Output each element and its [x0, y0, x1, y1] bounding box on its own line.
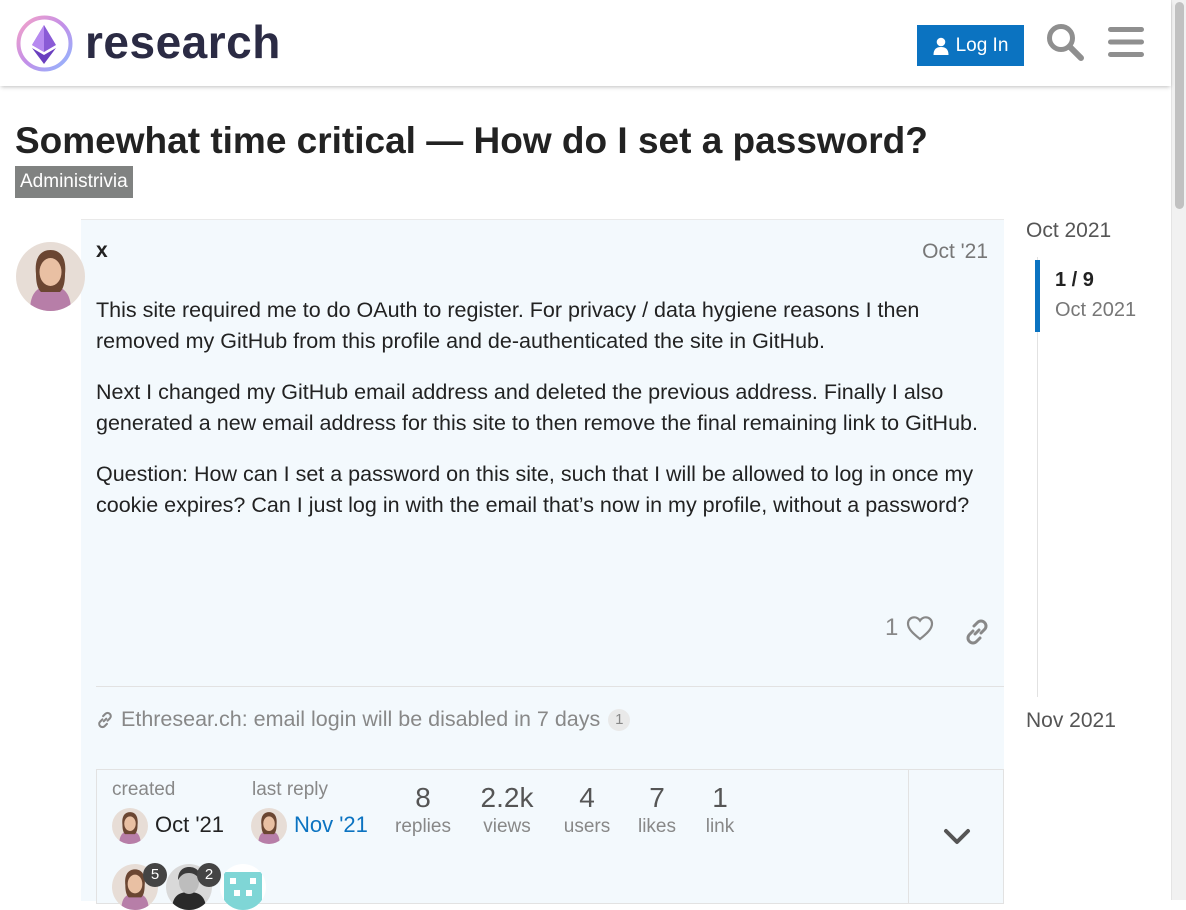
expand-summary-button[interactable]: [908, 770, 1005, 903]
stat-number: 4: [579, 782, 595, 813]
post-paragraph: This site required me to do OAuth to reg…: [96, 298, 920, 353]
stat-label: link: [705, 816, 735, 837]
login-button[interactable]: Log In: [917, 25, 1024, 66]
heart-icon: [907, 616, 934, 641]
scrollbar-thumb[interactable]: [1175, 2, 1184, 209]
last-reply-avatar[interactable]: [251, 808, 287, 844]
created-date[interactable]: Oct '21: [155, 812, 224, 838]
post-paragraph: Next I changed my GitHub email address a…: [96, 380, 978, 435]
login-button-label: Log In: [955, 34, 1009, 56]
stat-replies: 8 replies: [388, 782, 458, 840]
ethereum-logo-icon[interactable]: [16, 15, 73, 72]
timeline-start-date[interactable]: Oct 2021: [1026, 219, 1111, 243]
linked-topic-title[interactable]: Ethresear.ch: email login will be disabl…: [121, 707, 600, 732]
like-button[interactable]: 1: [885, 614, 934, 642]
stat-views: 2.2k views: [467, 782, 547, 840]
search-icon[interactable]: [1043, 20, 1087, 64]
stat-label: replies: [395, 816, 451, 837]
participant-avatar[interactable]: [220, 864, 266, 910]
chevron-down-icon: [944, 828, 970, 844]
stat-label: users: [563, 816, 611, 837]
post-author-avatar[interactable]: [16, 242, 85, 311]
topic-timeline: Oct 2021 1 / 9 Oct 2021 Nov 2021: [1026, 219, 1171, 759]
stat-links: 1 link: [692, 782, 748, 840]
stat-number: 1: [712, 782, 728, 813]
page-scrollbar[interactable]: [1171, 0, 1186, 900]
timeline-scroll-handle[interactable]: [1035, 260, 1040, 332]
creator-avatar[interactable]: [112, 808, 148, 844]
post-divider: [96, 686, 1004, 687]
stat-users: 4 users: [552, 782, 622, 840]
user-icon: [933, 37, 949, 55]
post-date[interactable]: Oct '21: [922, 240, 988, 264]
post-username[interactable]: x: [96, 239, 108, 263]
hamburger-menu-icon[interactable]: [1104, 20, 1148, 64]
post-paragraph: Question: How can I set a password on th…: [96, 462, 974, 517]
timeline-end-date[interactable]: Nov 2021: [1026, 709, 1116, 733]
like-count: 1: [885, 614, 899, 641]
link-icon: [966, 619, 988, 645]
participant-post-count: 2: [197, 863, 221, 887]
share-link-button[interactable]: [960, 614, 994, 650]
last-reply-label: last reply: [252, 779, 329, 800]
link-icon: [98, 711, 112, 728]
stat-number: 8: [415, 782, 431, 813]
site-header: research Log In: [0, 0, 1171, 86]
topic-summary: created Oct '21 last reply Nov '21 8 rep…: [96, 769, 1005, 910]
linked-topic-count: 1: [608, 708, 631, 731]
stat-label: likes: [637, 816, 676, 837]
participant-post-count: 5: [143, 863, 167, 887]
timeline-position: 1 / 9: [1055, 269, 1094, 291]
stat-likes: 7 likes: [624, 782, 690, 840]
stat-label: views: [483, 816, 531, 837]
topic-title[interactable]: Somewhat time critical — How do I set a …: [15, 118, 928, 164]
timeline-position-date: Oct 2021: [1055, 299, 1137, 321]
created-label: created: [112, 779, 176, 800]
last-reply-date[interactable]: Nov '21: [294, 812, 368, 838]
stat-number: 2.2k: [480, 782, 534, 813]
site-logo-text[interactable]: research: [85, 14, 281, 70]
stat-number: 7: [649, 782, 665, 813]
category-badge[interactable]: Administrivia: [15, 166, 133, 198]
linked-topic[interactable]: Ethresear.ch: email login will be disabl…: [96, 707, 631, 732]
post-body: This site required me to do OAuth to reg…: [96, 295, 996, 541]
